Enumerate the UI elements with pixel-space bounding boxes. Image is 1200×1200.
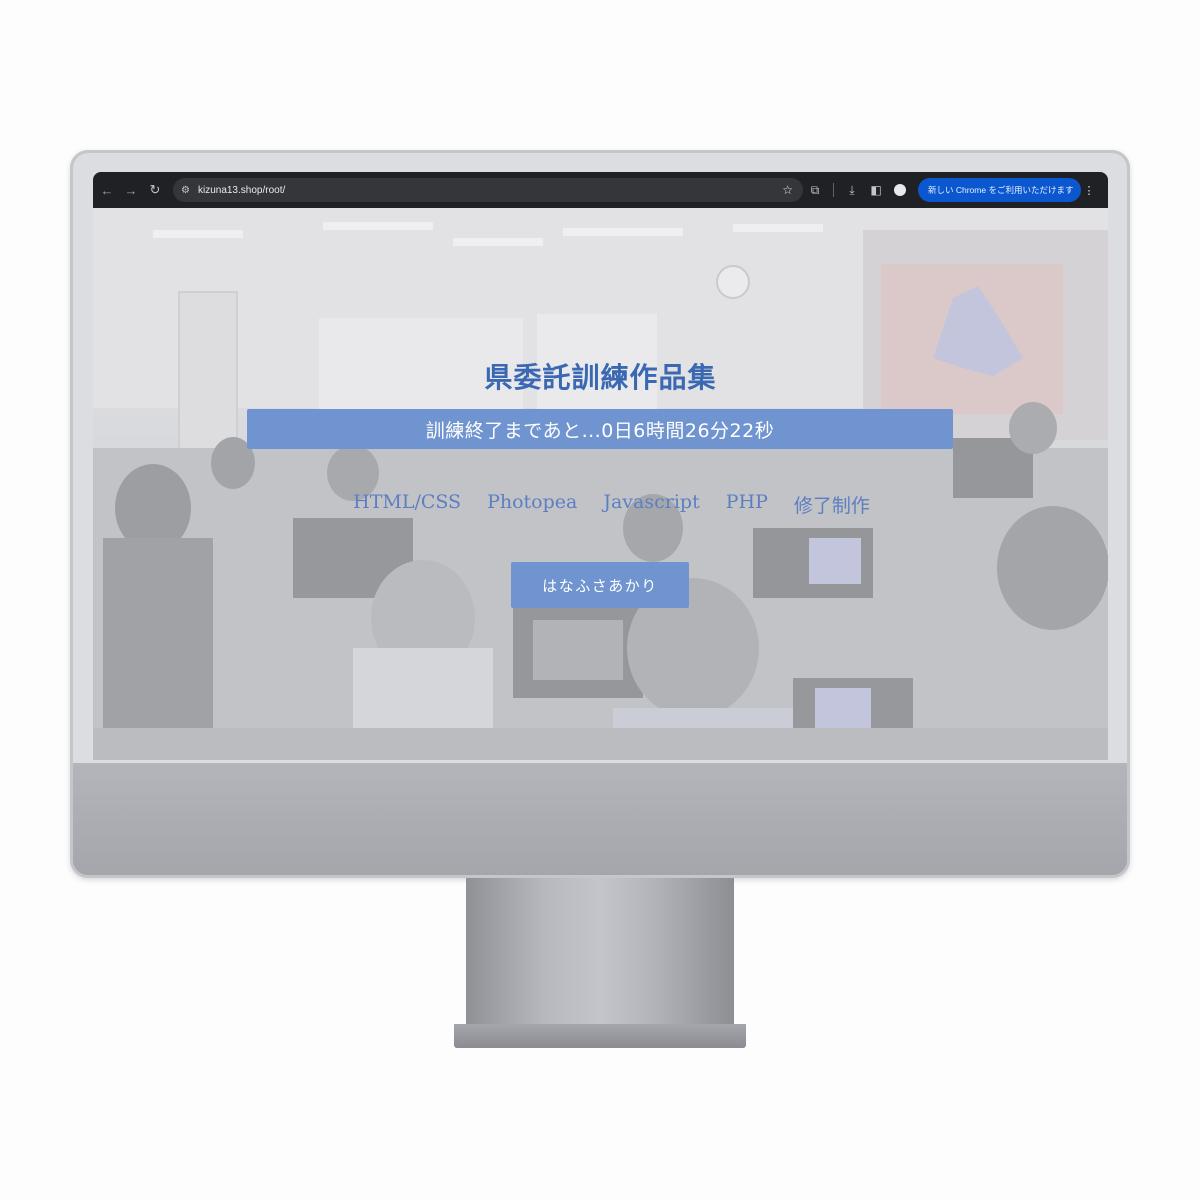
profile-icon[interactable] (894, 184, 906, 196)
web-page: 県委託訓練作品集 訓練終了まであと...0日6時間26分22秒 HTML/CSS… (93, 208, 1108, 760)
chrome-update-label: 新しい Chrome をご利用いただけます (928, 185, 1074, 195)
site-info-icon[interactable]: ⚙ (181, 185, 190, 196)
monitor-stand (466, 878, 734, 1028)
back-icon[interactable]: ← (95, 183, 119, 198)
author-name-label: はなふさあかり (542, 576, 658, 595)
download-icon[interactable]: ⤓ (840, 183, 864, 198)
browser-toolbar: ← → ↻ ⚙ kizuna13.shop/root/ ☆ ⧉ ⤓ ◧ 新しい … (93, 172, 1108, 208)
reload-icon[interactable]: ↻ (143, 182, 167, 198)
forward-icon[interactable]: → (119, 183, 143, 198)
countdown-text: 訓練終了まであと...0日6時間26分22秒 (425, 419, 775, 442)
main-nav: HTML/CSS Photopea Javascript PHP 修了制作 (93, 491, 1108, 518)
menu-kebab-icon[interactable]: ⋮ (1083, 184, 1094, 197)
nav-link-photopea[interactable]: Photopea (487, 491, 577, 518)
screen: ← → ↻ ⚙ kizuna13.shop/root/ ☆ ⧉ ⤓ ◧ 新しい … (93, 172, 1108, 760)
side-panel-icon[interactable]: ◧ (864, 183, 888, 197)
nav-link-html-css[interactable]: HTML/CSS (353, 491, 461, 518)
page-title: 県委託訓練作品集 (484, 361, 717, 394)
toolbar-divider (833, 183, 834, 197)
page-overlay (93, 208, 1108, 760)
nav-link-final-project[interactable]: 修了制作 (794, 491, 870, 518)
bookmark-star-icon[interactable]: ☆ (782, 183, 793, 197)
nav-link-php[interactable]: PHP (726, 491, 768, 518)
monitor-chin (73, 763, 1127, 875)
extensions-icon[interactable]: ⧉ (803, 183, 827, 198)
countdown-banner: 訓練終了まであと...0日6時間26分22秒 (247, 409, 953, 449)
monitor-stand-base (454, 1024, 746, 1048)
author-name-button[interactable]: はなふさあかり (511, 562, 689, 608)
chrome-update-button[interactable]: 新しい Chrome をご利用いただけます (918, 178, 1082, 202)
nav-link-javascript[interactable]: Javascript (603, 491, 699, 518)
url-text: kizuna13.shop/root/ (197, 184, 286, 196)
address-bar[interactable]: ⚙ kizuna13.shop/root/ ☆ (173, 178, 803, 202)
